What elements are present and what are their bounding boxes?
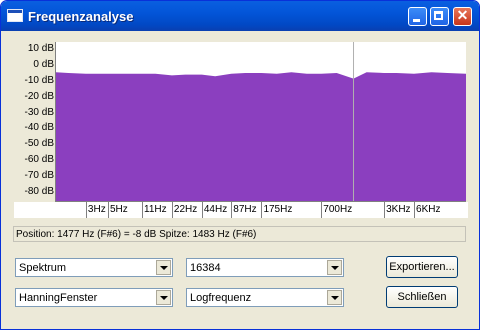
x-tick-mark (384, 202, 386, 218)
x-tick-mark (107, 202, 109, 218)
maximize-button[interactable] (430, 7, 449, 26)
status-text: Position: 1477 Hz (F#6) = -8 dB Spitze: … (16, 229, 257, 240)
maximize-icon (434, 11, 443, 20)
status-bar: Position: 1477 Hz (F#6) = -8 dB Spitze: … (13, 226, 466, 242)
x-tick-mark (142, 202, 143, 218)
close-icon: ✕ (456, 7, 469, 23)
y-tick-label: 10 dB (27, 42, 54, 54)
chevron-down-icon[interactable] (327, 260, 342, 275)
spectrum-svg (56, 42, 466, 201)
x-tick-label: 175Hz (263, 204, 293, 215)
y-tick-label: 0 dB (33, 58, 54, 70)
export-button[interactable]: Exportieren... (386, 256, 458, 278)
x-tick-mark (201, 202, 203, 218)
analysis-type-value: Spektrum (19, 262, 67, 274)
x-tick-label: 3KHz (386, 204, 411, 215)
y-tick-label: -40 dB (24, 122, 54, 134)
chevron-down-icon[interactable] (156, 290, 171, 305)
chevron-down-icon[interactable] (156, 260, 171, 275)
size-select[interactable]: 16384 (186, 258, 344, 277)
x-tick-mark (321, 202, 323, 218)
y-tick-label: -60 dB (24, 154, 54, 166)
x-tick-mark (171, 202, 173, 218)
x-tick-label: 5Hz (109, 204, 128, 215)
x-tick-mark (261, 202, 263, 218)
y-tick-label: -30 dB (24, 106, 54, 118)
x-axis: 3Hz 5Hz 11Hz 22Hz 44Hz 87Hz 175Hz 700Hz 3KHz 6KHz (14, 202, 468, 218)
x-tick-label: 6KHz (416, 204, 441, 215)
y-tick-label: -20 dB (24, 90, 54, 102)
close-window-button[interactable]: ✕ (453, 7, 472, 26)
spectrum-chart: 10 dB 0 dB -10 dB -20 dB -30 dB -40 dB -50 dB -… (14, 42, 468, 202)
chevron-down-icon[interactable] (327, 290, 342, 305)
axis-mode-value: Logfrequenz (190, 292, 252, 304)
x-tick-mark (85, 202, 87, 218)
axis-mode-select[interactable]: Logfrequenz (186, 288, 344, 307)
y-tick-label: -10 dB (24, 74, 54, 86)
window-function-select[interactable]: HanningFenster (15, 288, 173, 307)
x-tick-label: 11Hz (144, 204, 167, 215)
x-tick-label: 22Hz (173, 204, 198, 215)
y-tick-label: -50 dB (24, 138, 54, 150)
plot-area[interactable] (55, 42, 466, 202)
x-tick-mark (231, 202, 233, 218)
y-tick-label: -80 dB (24, 186, 54, 198)
spectrum-area (56, 72, 466, 201)
frequency-analysis-window: Frequenzanalyse ✕ 10 dB 0 dB -10 dB -20 dB -… (0, 0, 480, 330)
size-value: 16384 (190, 262, 221, 274)
minimize-icon (413, 19, 420, 22)
window-function-value: HanningFenster (19, 292, 98, 304)
title-bar[interactable]: Frequenzanalyse ✕ (1, 1, 479, 31)
minimize-button[interactable] (408, 7, 427, 26)
x-tick-label: 87Hz (233, 204, 257, 215)
analysis-type-select[interactable]: Spektrum (15, 258, 173, 277)
window-icon (7, 9, 23, 22)
x-tick-label: 3Hz (87, 204, 106, 215)
x-tick-mark (414, 202, 416, 218)
x-tick-label: 700Hz (323, 204, 353, 215)
x-tick-label: 44Hz (203, 204, 228, 215)
y-tick-label: -70 dB (24, 170, 54, 182)
close-button[interactable]: Schließen (386, 286, 458, 308)
window-title: Frequenzanalyse (28, 9, 134, 24)
